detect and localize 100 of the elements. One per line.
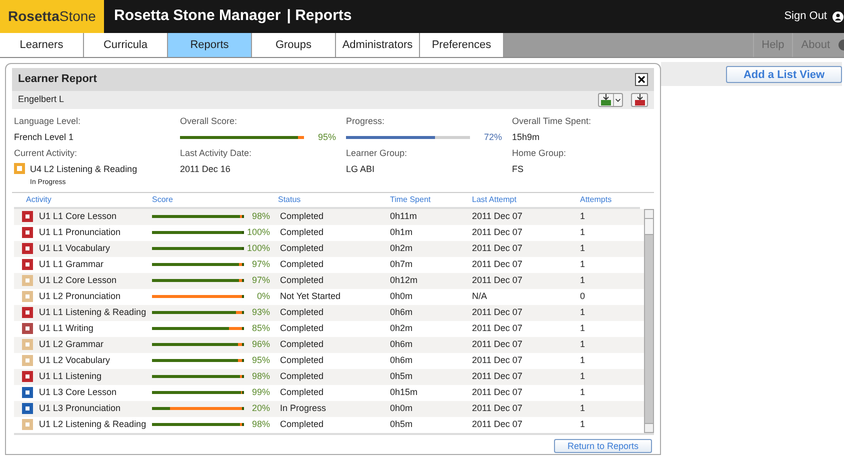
table-cell-text: 0h11m	[390, 210, 418, 223]
activity-name: U1 L1 Grammar	[39, 258, 104, 271]
table-cell-text: 0h2m	[390, 242, 414, 255]
column-header[interactable]: Activity	[14, 194, 152, 206]
activity-name: U1 L2 Pronunciation	[39, 290, 121, 303]
table-cell-text: 0h12m	[390, 274, 419, 287]
table-cell-text: 0h7m	[390, 258, 414, 271]
table-cell-text: 0h15m	[390, 386, 419, 399]
table-cell-text: Completed	[279, 258, 325, 271]
table-cell-text: Completed	[279, 226, 325, 239]
scrollbar[interactable]	[644, 208, 654, 432]
table-cell-text: 0h5m	[390, 370, 414, 383]
nav-tab[interactable]: Reports	[168, 33, 252, 57]
nav-tab[interactable]: Learners	[0, 33, 84, 57]
score-value: 97%	[250, 274, 270, 287]
table-cell-text: 2011 Dec 07	[472, 338, 524, 351]
app-title: Rosetta Stone Manager	[114, 6, 281, 26]
table-cell-text: 2011 Dec 07	[472, 402, 524, 415]
excel-export-button[interactable]	[598, 93, 623, 107]
score-value: 100%	[246, 226, 270, 239]
score-value: 85%	[250, 322, 270, 335]
activity-name: U1 L3 Core Lesson	[39, 386, 117, 399]
table-cell-text: Completed	[279, 322, 325, 335]
table-cell-text: In Progress	[279, 402, 328, 415]
score-value: 98%	[250, 418, 270, 431]
nav-tab[interactable]: Curricula	[84, 33, 168, 57]
score-value: 99%	[250, 386, 270, 399]
table-cell-text: 2011 Dec 07	[472, 210, 524, 223]
score-value: 95%	[250, 354, 270, 367]
column-header[interactable]: Status	[278, 194, 390, 206]
field-label: Home Group:	[512, 147, 568, 160]
column-header[interactable]: Time Spent	[390, 194, 472, 206]
table-cell-text: 1	[580, 306, 586, 319]
table-cell-text: 1	[580, 402, 586, 415]
table-cell-text: 1	[580, 322, 586, 335]
activity-name: U1 L3 Pronunciation	[39, 402, 121, 415]
table-cell-text: 1	[580, 210, 586, 223]
field-label: Overall Score:	[180, 115, 238, 128]
pdf-download-icon	[634, 94, 646, 106]
table-cell-text: 2011 Dec 07	[472, 386, 524, 399]
nav-tab[interactable]: Groups	[252, 33, 336, 57]
current-activity: U4 L2 Listening & Reading	[30, 162, 138, 176]
score-value: 100%	[246, 242, 270, 255]
table-cell-text: Completed	[279, 210, 325, 223]
logo: RosettaStone	[0, 0, 104, 33]
field-label: Progress:	[346, 115, 386, 128]
pdf-export-button[interactable]	[631, 93, 648, 107]
activity-name: U1 L1 Listening & Reading	[39, 306, 146, 319]
nav-tab[interactable]: Administrators	[336, 33, 420, 57]
activity-name: U1 L2 Listening & Reading	[39, 418, 146, 431]
table-cell-text: Not Yet Started	[279, 290, 342, 303]
table-cell-text: 2011 Dec 07	[472, 242, 524, 255]
sign-out-link[interactable]: Sign Out	[784, 8, 827, 25]
column-header[interactable]: Attempts	[580, 194, 640, 206]
nav-tab[interactable]: Preferences	[420, 33, 504, 57]
table-cell-text: 0	[580, 290, 586, 303]
score-value: 20%	[250, 402, 270, 415]
table-cell-text: 1	[580, 370, 586, 383]
activity-name: U1 L2 Grammar	[39, 338, 104, 351]
score-value: 0%	[256, 290, 270, 303]
table-cell-text: 1	[580, 338, 586, 351]
score-value: 98%	[250, 210, 270, 223]
spreadsheet-download-icon	[599, 94, 613, 106]
field-value: FS	[512, 162, 525, 176]
column-header[interactable]: Last Attempt	[472, 194, 580, 206]
table-cell-text: 1	[580, 418, 586, 431]
score-value: 97%	[250, 258, 270, 271]
activity-name: U1 L1 Writing	[39, 322, 94, 335]
table-cell-text: 2011 Dec 07	[472, 370, 524, 383]
dialog-title: Learner Report	[18, 72, 97, 88]
table-cell-text: Completed	[279, 242, 325, 255]
table-cell-text: 0h6m	[390, 306, 414, 319]
score-reading: 72%	[482, 130, 502, 144]
table-cell-text: 1	[580, 274, 586, 287]
table-cell-text: 0h6m	[390, 338, 414, 351]
activity-name: U1 L2 Vocabulary	[39, 354, 110, 367]
table-cell-text: Completed	[279, 354, 325, 367]
table-cell-text: 0h0m	[390, 402, 414, 415]
close-button[interactable]	[635, 73, 648, 86]
table-cell-text: 0h6m	[390, 354, 414, 367]
table-cell-text: 2011 Dec 07	[472, 322, 524, 335]
table-cell-text: 1	[580, 386, 586, 399]
table-cell-text: Completed	[279, 418, 325, 431]
table-cell-text: 1	[580, 242, 586, 255]
table-cell-text: 0h1m	[390, 226, 414, 239]
table-cell-text: 2011 Dec 07	[472, 258, 524, 271]
section-title: | Reports	[286, 6, 352, 26]
table-cell-text: 0h5m	[390, 418, 414, 431]
field-value: 2011 Dec 16	[180, 162, 232, 176]
field-label: Overall Time Spent:	[512, 115, 592, 128]
return-button[interactable]: Return to Reports	[554, 438, 652, 452]
field-value: 15h9m	[512, 130, 541, 144]
table-cell-text: 0h2m	[390, 322, 414, 335]
field-label: Language Level:	[14, 115, 82, 128]
add-list-view-button[interactable]: Add a List View	[726, 66, 842, 82]
table-cell-text: 0h0m	[390, 290, 414, 303]
close-icon	[638, 76, 645, 83]
column-header[interactable]: Score	[152, 194, 278, 206]
table-cell-text: 1	[580, 354, 586, 367]
activity-icon	[14, 162, 25, 174]
